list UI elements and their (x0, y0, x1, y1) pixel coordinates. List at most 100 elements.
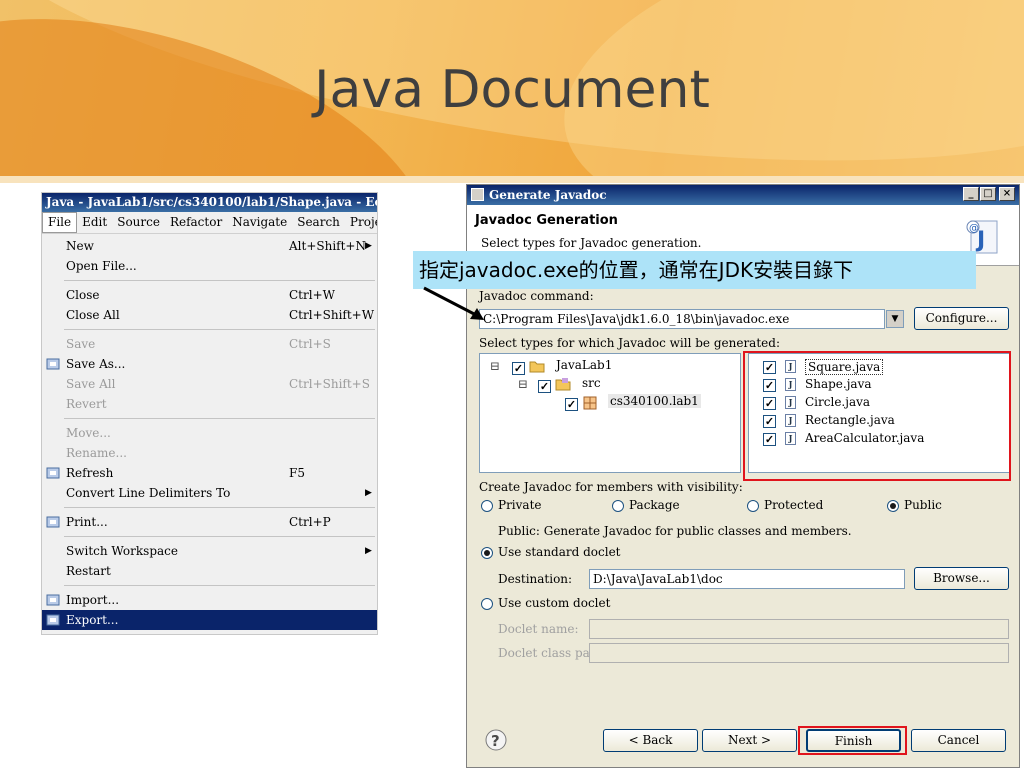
file-menu-item-revert[interactable]: Revert (42, 394, 377, 414)
package-icon (583, 396, 597, 410)
file-menu-dropdown: New Alt+Shift+N ▶ Open File... Close Ctrl+W Cl… (42, 234, 377, 630)
tree-label-package[interactable]: cs340100.lab1 (608, 394, 701, 408)
browse-button[interactable]: Browse... (914, 567, 1009, 590)
dialog-header-title: Javadoc Generation (475, 213, 618, 228)
file-menu-item-label: Close (66, 288, 100, 302)
menu-separator (64, 507, 375, 508)
file-menu-item-switch-workspace[interactable]: Switch Workspace ▶ (42, 541, 377, 561)
file-menu-item-restart[interactable]: Restart (42, 561, 377, 581)
callout-arrow-icon (423, 286, 484, 320)
file-menu-item-save-as[interactable]: Save As... (42, 354, 377, 374)
close-button[interactable]: × (999, 187, 1015, 201)
help-icon[interactable]: ? (485, 729, 507, 751)
radio-standard-doclet[interactable] (481, 547, 493, 559)
javadoc-command-field[interactable]: C:\Program Files\Java\jdk1.6.0_18\bin\ja… (479, 309, 885, 329)
file-menu-item-save[interactable]: Save Ctrl+S (42, 334, 377, 354)
refresh-icon (46, 466, 60, 480)
radio-protected[interactable] (747, 500, 759, 512)
chevron-down-icon: ▼ (891, 314, 899, 324)
javadoc-command-label: Javadoc command: (479, 289, 594, 303)
svg-text:?: ? (491, 732, 500, 750)
file-menu-item-label: Move... (66, 426, 111, 440)
radio-protected-label[interactable]: Protected (764, 498, 823, 512)
file-menu-item-shortcut: F5 (289, 466, 305, 480)
radio-private-label[interactable]: Private (498, 498, 542, 512)
menu-separator (64, 418, 375, 419)
visibility-label: Create Javadoc for members with visibili… (479, 480, 743, 494)
print-icon (46, 515, 60, 529)
file-menu-item-label: Save (66, 337, 96, 351)
visibility-description: Public: Generate Javadoc for public clas… (498, 524, 852, 538)
radio-private[interactable] (481, 500, 493, 512)
tree-label-javalab1[interactable]: JavaLab1 (556, 358, 612, 372)
doclet-name-field[interactable] (589, 619, 1009, 639)
eclipse-window-title: Java - JavaLab1/src/cs340100/lab1/Shape.… (42, 193, 377, 212)
dialog-header-subtitle: Select types for Javadoc generation. (481, 236, 702, 250)
tree-label-src[interactable]: src (582, 376, 601, 390)
tree-expander[interactable]: ⊟ (518, 377, 528, 391)
back-button[interactable]: < Back (603, 729, 698, 752)
file-menu-item-label: Save As... (66, 357, 126, 371)
file-menu-item-shortcut: Ctrl+S (289, 337, 331, 351)
file-menu-item-refresh[interactable]: Refresh F5 (42, 463, 377, 483)
doclet-name-label: Doclet name: (498, 622, 579, 636)
export-icon (46, 613, 60, 627)
file-menu-item-convert-line-delimiters-to[interactable]: Convert Line Delimiters To ▶ (42, 483, 377, 503)
menu-refactor[interactable]: Refactor (165, 212, 227, 233)
menu-navigate[interactable]: Navigate (227, 212, 292, 233)
radio-package[interactable] (612, 500, 624, 512)
file-menu-item-import[interactable]: Import... (42, 590, 377, 610)
radio-public[interactable] (887, 500, 899, 512)
slide-header: Java Document (0, 0, 1024, 183)
file-menu-item-label: Open File... (66, 259, 137, 273)
file-menu-item-label: Revert (66, 397, 107, 411)
select-types-label: Select types for which Javadoc will be g… (479, 336, 780, 350)
tree-checkbox-package[interactable]: ✓ (565, 398, 578, 411)
next-button[interactable]: Next > (702, 729, 797, 752)
cancel-button[interactable]: Cancel (911, 729, 1006, 752)
radio-public-label[interactable]: Public (904, 498, 942, 512)
file-menu-item-shortcut: Ctrl+Shift+W (289, 308, 375, 322)
configure-button[interactable]: Configure... (914, 307, 1009, 330)
menu-source[interactable]: Source (112, 212, 165, 233)
file-menu-item-save-all[interactable]: Save All Ctrl+Shift+S (42, 374, 377, 394)
submenu-arrow-icon: ▶ (365, 488, 372, 498)
custom-doclet-label[interactable]: Use custom doclet (498, 596, 610, 610)
file-menu-item-label: Convert Line Delimiters To (66, 486, 231, 500)
menu-edit[interactable]: Edit (77, 212, 112, 233)
project-folder-icon (529, 361, 545, 373)
file-menu-item-open-file[interactable]: Open File... (42, 256, 377, 276)
file-menu-item-close[interactable]: Close Ctrl+W (42, 285, 377, 305)
tree-checkbox-src[interactable]: ✓ (538, 380, 551, 393)
doclet-class-path-field[interactable] (589, 643, 1009, 663)
file-menu-item-close-all[interactable]: Close All Ctrl+Shift+W (42, 305, 377, 325)
source-folder-icon (555, 378, 571, 391)
file-menu-item-shortcut: Ctrl+Shift+S (289, 377, 370, 391)
tree-expander[interactable]: ⊟ (490, 359, 500, 373)
menu-search[interactable]: Search (292, 212, 345, 233)
file-menu-item-label: Export... (66, 613, 119, 627)
destination-label: Destination: (498, 572, 573, 586)
file-menu-item-move[interactable]: Move... (42, 423, 377, 443)
radio-package-label[interactable]: Package (629, 498, 680, 512)
menu-separator (64, 329, 375, 330)
standard-doclet-label[interactable]: Use standard doclet (498, 545, 621, 559)
file-menu-item-label: Rename... (66, 446, 127, 460)
tree-checkbox-javalab1[interactable]: ✓ (512, 362, 525, 375)
radio-custom-doclet[interactable] (481, 598, 493, 610)
annotation-callout: 指定javadoc.exe的位置，通常在JDK安裝目錄下 (413, 251, 976, 289)
maximize-button[interactable]: □ (980, 187, 996, 201)
svg-text:@: @ (969, 223, 979, 234)
destination-field[interactable]: D:\Java\JavaLab1\doc (589, 569, 905, 589)
file-menu-item-export[interactable]: Export... (42, 610, 377, 630)
file-menu-item-print[interactable]: Print... Ctrl+P (42, 512, 377, 532)
menu-separator (64, 585, 375, 586)
menu-file[interactable]: File (42, 212, 78, 233)
menu-separator (64, 536, 375, 537)
file-menu-item-rename[interactable]: Rename... (42, 443, 377, 463)
eclipse-file-menu-screenshot: Java - JavaLab1/src/cs340100/lab1/Shape.… (41, 192, 378, 635)
file-menu-item-new[interactable]: New Alt+Shift+N ▶ (42, 236, 377, 256)
javadoc-command-dropdown[interactable]: ▼ (886, 310, 904, 328)
menu-project[interactable]: Project (345, 212, 377, 233)
minimize-button[interactable]: _ (963, 187, 979, 201)
